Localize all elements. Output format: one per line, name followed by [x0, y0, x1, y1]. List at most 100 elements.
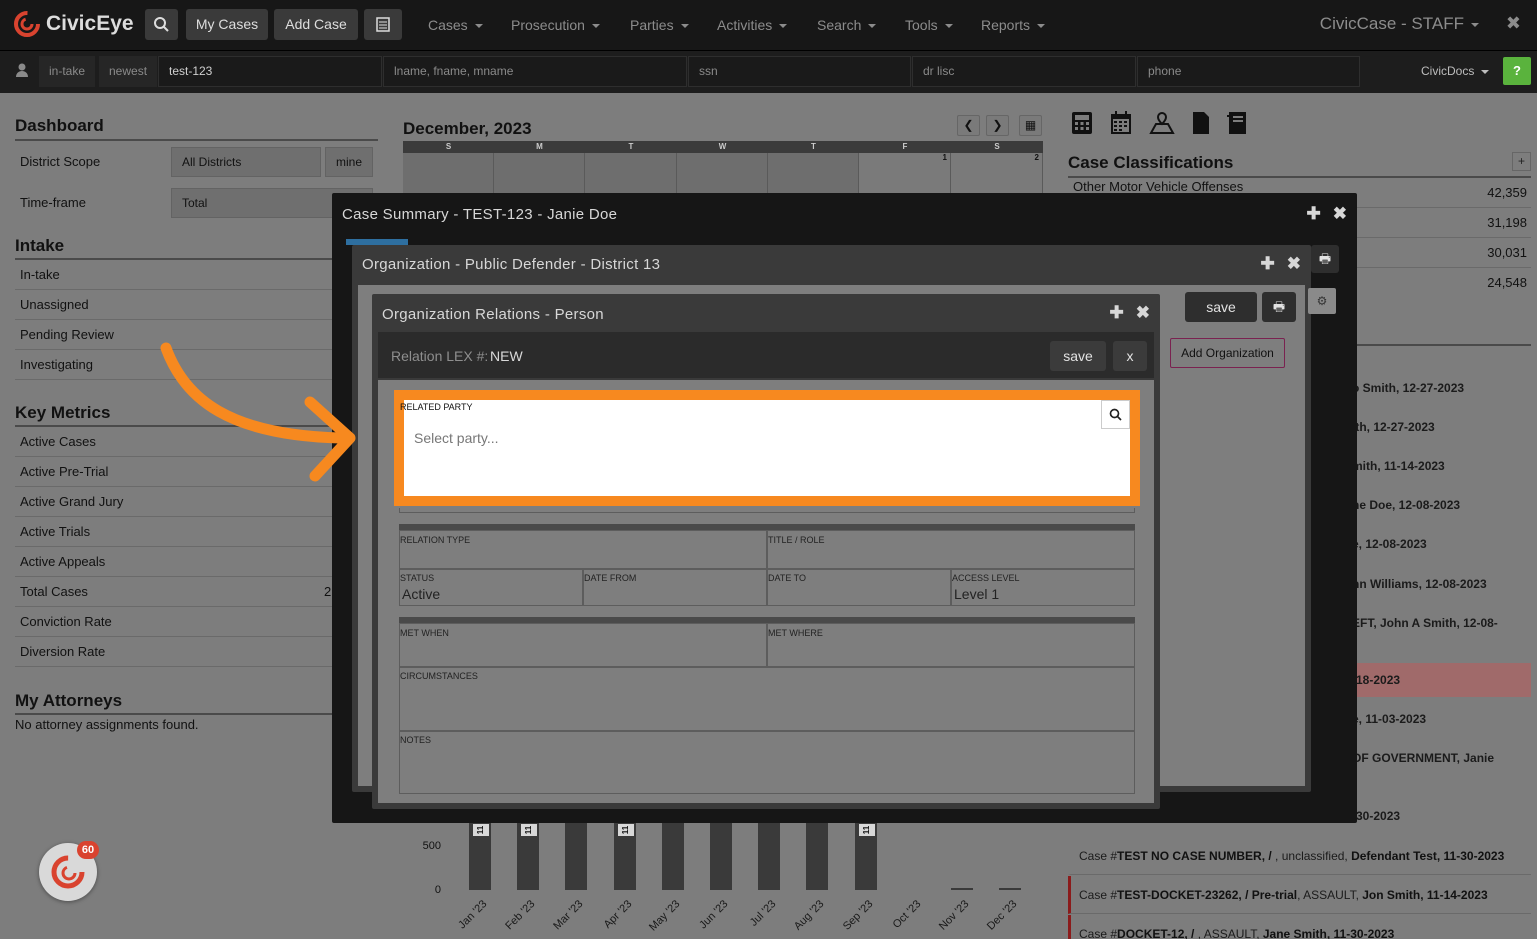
organization-print-button[interactable]: 🖶	[1262, 292, 1296, 322]
map-icon[interactable]	[1149, 111, 1175, 135]
organization-save-button[interactable]: save	[1185, 292, 1257, 322]
calendar-day-cell[interactable]	[768, 153, 859, 193]
brand-logo[interactable]: CivicEye	[14, 11, 134, 37]
chart-bar[interactable]	[565, 820, 588, 890]
case-list-item[interactable]: ne Doe, 12-08-2023	[1352, 498, 1460, 512]
civicdocs-menu[interactable]: CivicDocs	[1421, 64, 1490, 78]
calendar-day-cell[interactable]	[585, 153, 677, 193]
metric-conviction-rate[interactable]: Conviction Rate	[15, 607, 335, 637]
close-icon[interactable]: ✖	[1287, 254, 1301, 274]
case-list-item[interactable]: -18-2023	[1352, 673, 1400, 687]
menu-activities[interactable]: Activities	[717, 17, 788, 33]
circumstances-field[interactable]: CIRCUMSTANCES	[399, 667, 1135, 731]
chart-bar[interactable]	[951, 888, 973, 890]
notes-field[interactable]: NOTES	[399, 731, 1135, 794]
calendar-next-button[interactable]: ❯	[986, 115, 1009, 136]
calendar-icon[interactable]	[1110, 111, 1132, 135]
chat-launcher-button[interactable]: 60	[39, 841, 99, 901]
ssn-search-input[interactable]: ssn	[688, 56, 911, 87]
calendar-list-button[interactable]	[364, 9, 402, 40]
expand-icon[interactable]: ✚	[1307, 204, 1321, 224]
mine-toggle[interactable]: mine	[325, 147, 373, 177]
calendar-grid: SMTWTF1S2	[403, 141, 1043, 193]
calendar-day-cell[interactable]: 1	[859, 153, 951, 193]
close-icon[interactable]: ✖	[1506, 13, 1521, 34]
add-organization-button[interactable]: Add Organization	[1170, 338, 1285, 368]
app-title-menu[interactable]: CivicCase - STAFF	[1320, 14, 1479, 34]
chart-bar[interactable]	[710, 820, 732, 890]
search-button[interactable]	[145, 9, 178, 40]
case-list-item[interactable]: EFT, John A Smith, 12-08-	[1352, 616, 1498, 630]
calendar-day-cell[interactable]: 2	[951, 153, 1043, 193]
metric-diversion-rate[interactable]: Diversion Rate	[15, 637, 335, 667]
user-icon[interactable]	[14, 62, 30, 78]
title-role-field[interactable]: TITLE / ROLE	[767, 530, 1135, 569]
newest-button[interactable]: newest	[99, 56, 158, 87]
notebook-icon[interactable]	[1227, 111, 1247, 135]
date-to-field[interactable]: DATE TO	[767, 569, 951, 606]
case-list-item[interactable]: nn Williams, 12-08-2023	[1352, 577, 1487, 591]
case-list-item[interactable]: -30-2023	[1352, 809, 1400, 823]
calendar-day-cell[interactable]	[403, 153, 494, 193]
calendar-day-cell[interactable]	[677, 153, 768, 193]
calendar-day-cell[interactable]	[494, 153, 585, 193]
case-row[interactable]: Case #DOCKET-12, / , ASSAULT, Jane Smith…	[1068, 915, 1531, 939]
case-list-item[interactable]: e, 12-08-2023	[1352, 537, 1427, 551]
in-take-button[interactable]: in-take	[39, 56, 96, 87]
document-icon[interactable]	[1192, 111, 1210, 135]
calendar-view-button[interactable]: ▦	[1019, 115, 1042, 136]
relation-type-field[interactable]: RELATION TYPE	[399, 530, 767, 569]
close-icon[interactable]: ✖	[1333, 204, 1347, 224]
menu-search[interactable]: Search	[817, 17, 877, 33]
relation-close-button[interactable]: x	[1113, 341, 1147, 371]
status-field[interactable]: STATUS Active	[399, 569, 583, 606]
add-case-button[interactable]: Add Case	[274, 9, 358, 40]
case-print-button[interactable]: 🖶	[1311, 245, 1339, 273]
relation-save-button[interactable]: save	[1050, 341, 1106, 371]
intake-item-in-take[interactable]: In-take	[15, 260, 335, 290]
related-party-field[interactable]: RELATED PARTY Select party...	[400, 400, 1130, 496]
menu-reports[interactable]: Reports	[981, 17, 1046, 33]
chart-bar[interactable]	[999, 888, 1022, 890]
case-list-item[interactable]: mith, 11-14-2023	[1352, 459, 1445, 473]
help-button[interactable]: ?	[1503, 57, 1531, 85]
metric-active-grand-jury[interactable]: Active Grand Jury	[15, 487, 335, 517]
date-from-field[interactable]: DATE FROM	[583, 569, 767, 606]
expand-icon[interactable]: ✚	[1110, 303, 1124, 323]
chart-bar[interactable]	[661, 820, 684, 890]
calendar-prev-button[interactable]: ❮	[957, 115, 980, 136]
district-scope-select[interactable]: All Districts	[171, 147, 321, 177]
name-search-input[interactable]: lname, fname, mname	[383, 56, 687, 87]
case-row[interactable]: Case #TEST NO CASE NUMBER, / , unclassif…	[1068, 837, 1531, 875]
menu-prosecution[interactable]: Prosecution	[511, 17, 600, 33]
close-icon[interactable]: ✖	[1136, 303, 1150, 323]
total-cases-value: 2	[324, 584, 332, 599]
add-classification-button[interactable]: +	[1512, 152, 1531, 171]
metric-active-trials[interactable]: Active Trials	[15, 517, 335, 547]
chart-bar[interactable]	[758, 820, 781, 890]
metric-total-cases[interactable]: Total Cases	[15, 577, 335, 607]
case-list-item[interactable]: o Smith, 12-27-2023	[1352, 381, 1464, 395]
menu-parties[interactable]: Parties	[630, 17, 689, 33]
expand-icon[interactable]: ✚	[1261, 254, 1275, 274]
settings-button[interactable]: ⚙	[1308, 288, 1336, 314]
menu-cases[interactable]: Cases	[428, 17, 483, 33]
chart-bar[interactable]	[806, 820, 829, 890]
calculator-icon[interactable]	[1071, 111, 1093, 135]
intake-item-unassigned[interactable]: Unassigned	[15, 290, 335, 320]
case-row[interactable]: Case #TEST-DOCKET-23262, / Pre-trial, AS…	[1068, 876, 1531, 914]
met-where-field[interactable]: MET WHERE	[767, 623, 1135, 667]
access-level-field[interactable]: ACCESS LEVEL Level 1	[951, 569, 1135, 606]
related-party-search-button[interactable]	[1101, 400, 1130, 429]
case-list-item[interactable]: e, 11-03-2023	[1352, 712, 1426, 726]
drivers-license-input[interactable]: dr lisc	[912, 56, 1136, 87]
case-list-item[interactable]: ith, 12-27-2023	[1352, 420, 1435, 434]
my-cases-button[interactable]: My Cases	[186, 9, 268, 40]
related-party-input[interactable]: Select party...	[414, 430, 499, 446]
case-search-input[interactable]: test-123	[158, 56, 382, 87]
case-list-item[interactable]: OF GOVERNMENT, Janie	[1352, 751, 1494, 765]
met-when-field[interactable]: MET WHEN	[399, 623, 767, 667]
metric-active-appeals[interactable]: Active Appeals	[15, 547, 335, 577]
menu-tools[interactable]: Tools	[905, 17, 953, 33]
phone-search-input[interactable]: phone	[1137, 56, 1360, 87]
